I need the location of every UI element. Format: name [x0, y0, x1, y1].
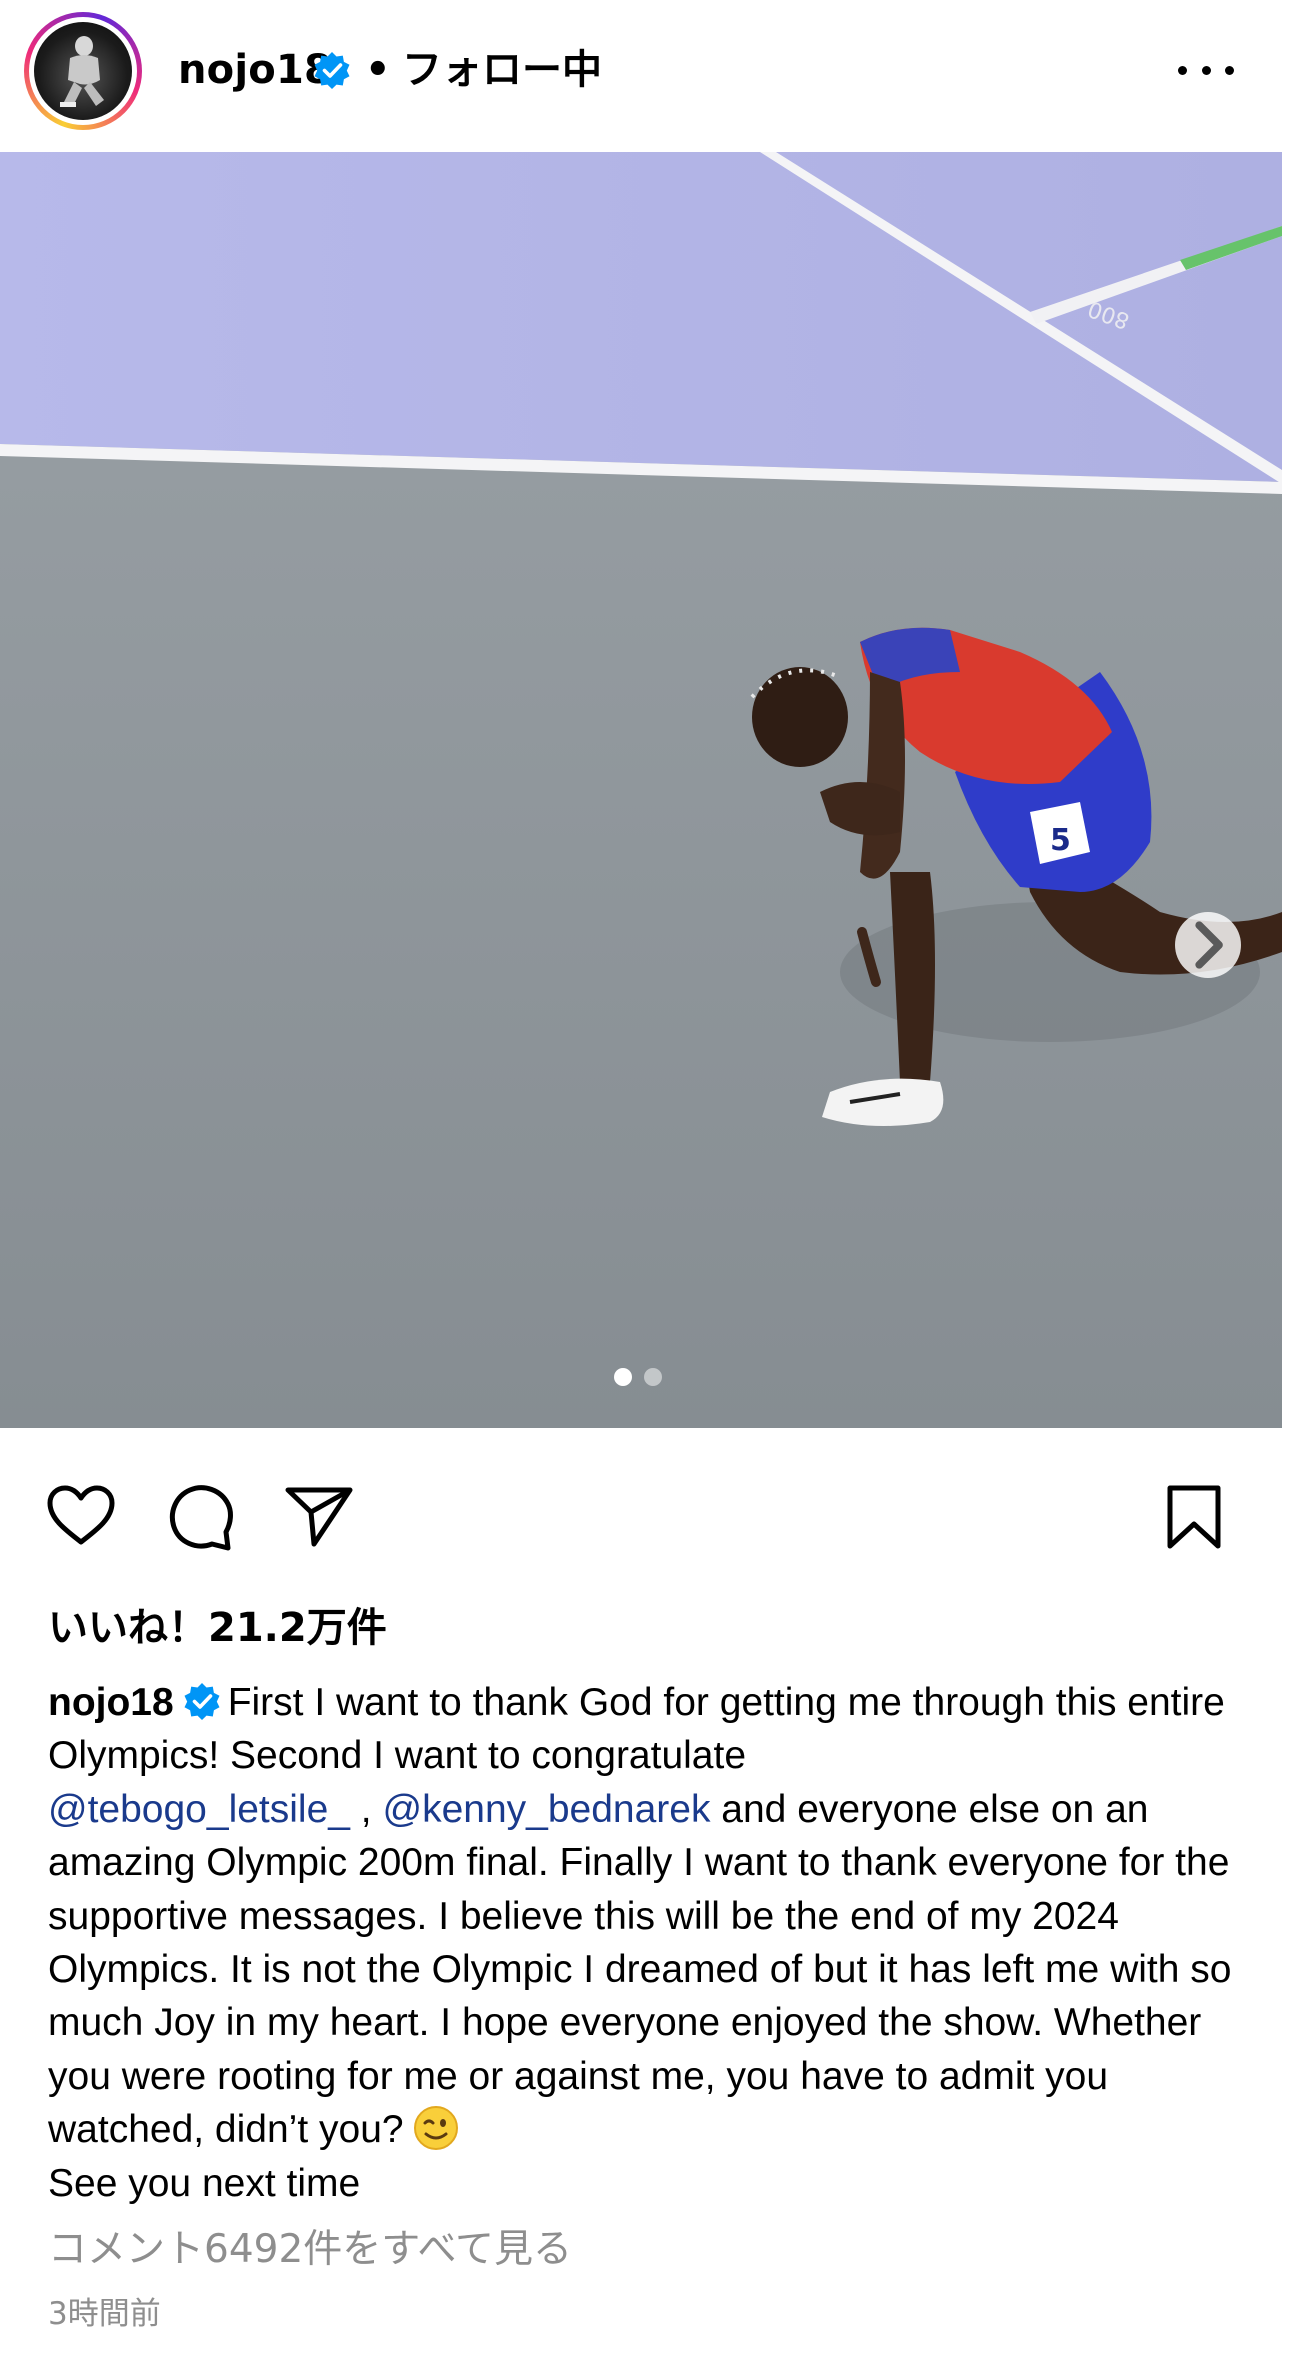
post-caption: nojo18 First I want to thank God for get…: [48, 1676, 1248, 2210]
carousel-indicator: [614, 1368, 662, 1386]
separator-dot: •: [365, 47, 391, 93]
verified-badge-icon: [314, 52, 350, 89]
following-button[interactable]: フォロー中: [402, 40, 602, 100]
verified-badge-icon: [184, 1683, 220, 1720]
more-options-icon[interactable]: [1178, 56, 1234, 84]
mention-link[interactable]: @tebogo_letsile_: [48, 1788, 350, 1831]
carousel-dot-active: [614, 1368, 632, 1386]
caption-text: See you next time: [48, 2161, 361, 2205]
winking-face-emoji: [413, 2106, 458, 2151]
chevron-right-icon: [1195, 921, 1223, 969]
post-timestamp: 3時間前: [48, 2296, 161, 2332]
comment-icon[interactable]: [166, 1482, 236, 1552]
send-icon[interactable]: [284, 1484, 354, 1548]
svg-text:5: 5: [1050, 823, 1071, 858]
carousel-next-button[interactable]: [1175, 912, 1241, 978]
username[interactable]: nojo18: [178, 40, 332, 100]
view-all-comments-link[interactable]: コメント6492件をすべて見る: [48, 2222, 572, 2278]
carousel-dot: [644, 1368, 662, 1386]
avatar-photo: [34, 22, 132, 120]
heart-icon[interactable]: [46, 1484, 116, 1548]
post-header: nojo18 • フォロー中: [0, 0, 1290, 152]
post-photo[interactable]: 800 5: [0, 152, 1282, 1428]
like-count[interactable]: いいね！21.2万件: [48, 1600, 387, 1656]
caption-separator: ,: [349, 1787, 383, 1831]
more-dot: [1225, 65, 1234, 75]
avatar-border: [29, 17, 137, 125]
bookmark-icon[interactable]: [1164, 1484, 1224, 1550]
athlete-kneeling-photo: 800 5: [0, 152, 1282, 1428]
more-dot: [1201, 65, 1211, 75]
caption-text: First I want to thank God for getting me…: [48, 1681, 1225, 1778]
more-dot: [1178, 65, 1187, 75]
caption-username[interactable]: nojo18: [48, 1681, 174, 1724]
mention-link[interactable]: @kenny_bednarek: [382, 1788, 710, 1831]
avatar[interactable]: [24, 12, 142, 130]
caption-text: and everyone else on an amazing Olympic …: [48, 1787, 1232, 2152]
